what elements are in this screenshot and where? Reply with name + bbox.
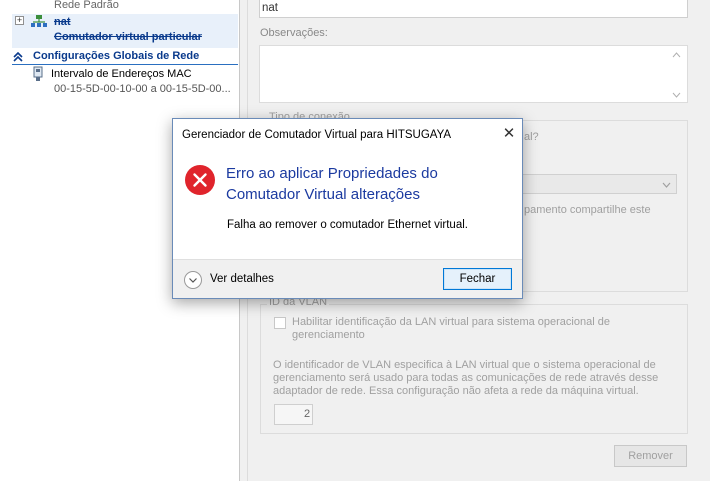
scroll-up-arrow-icon[interactable] (672, 52, 681, 58)
dialog-content-text: Falha ao remover o comutador Ethernet vi… (227, 219, 468, 231)
error-circle-x-icon (185, 165, 215, 195)
notes-textarea[interactable] (259, 45, 688, 103)
tree-item-mac-range-value: 00-15-5D-00-10-00 a 00-15-5D-00... (54, 83, 231, 95)
dialog-main-instruction: Erro ao aplicar Propriedades do Comutado… (226, 165, 438, 203)
connection-question-text: al? (524, 131, 539, 143)
tree-item-default-network[interactable]: Rede Padrão (54, 0, 119, 12)
dialog-footer: Ver detalhes Fechar (173, 259, 522, 298)
vlan-id-value: 2 (304, 408, 311, 420)
network-adapter-icon (33, 66, 43, 81)
chevron-down-icon[interactable] (662, 182, 671, 188)
scroll-down-arrow-icon[interactable] (672, 92, 681, 98)
notes-label: Observações: (260, 27, 328, 39)
sharing-text: pamento compartilhe este (524, 204, 651, 216)
switch-name-field[interactable] (259, 0, 688, 18)
error-dialog: Gerenciador de Comutador Virtual para HI… (172, 118, 523, 299)
network-switch-icon (31, 15, 47, 27)
remove-button[interactable]: Remover (614, 445, 687, 467)
dialog-title: Gerenciador de Comutador Virtual para HI… (182, 129, 452, 141)
vlan-description: O identificador de VLAN especifica à LAN… (273, 359, 659, 397)
switch-name-value: nat (262, 2, 278, 14)
vlan-enable-checkbox[interactable] (274, 317, 286, 329)
tree-item-mac-range-title[interactable]: Intervalo de Endereços MAC (51, 68, 192, 81)
close-icon[interactable]: ✕ (500, 125, 518, 143)
global-network-settings-label[interactable]: Configurações Globais de Rede (33, 50, 199, 63)
tree-item-nat-subtitle: Comutador virtual particular (54, 31, 202, 43)
vlan-enable-label: Habilitar identificação da LAN virtual p… (292, 316, 610, 341)
double-chevron-up-icon[interactable] (13, 52, 23, 62)
close-button[interactable]: Fechar (443, 268, 512, 290)
see-details-link[interactable]: Ver detalhes (210, 273, 274, 285)
expand-icon[interactable]: + (15, 16, 24, 25)
external-network-dropdown[interactable] (511, 174, 677, 194)
tree-item-nat-label[interactable]: nat (54, 16, 71, 29)
chevron-down-icon[interactable] (184, 271, 202, 289)
